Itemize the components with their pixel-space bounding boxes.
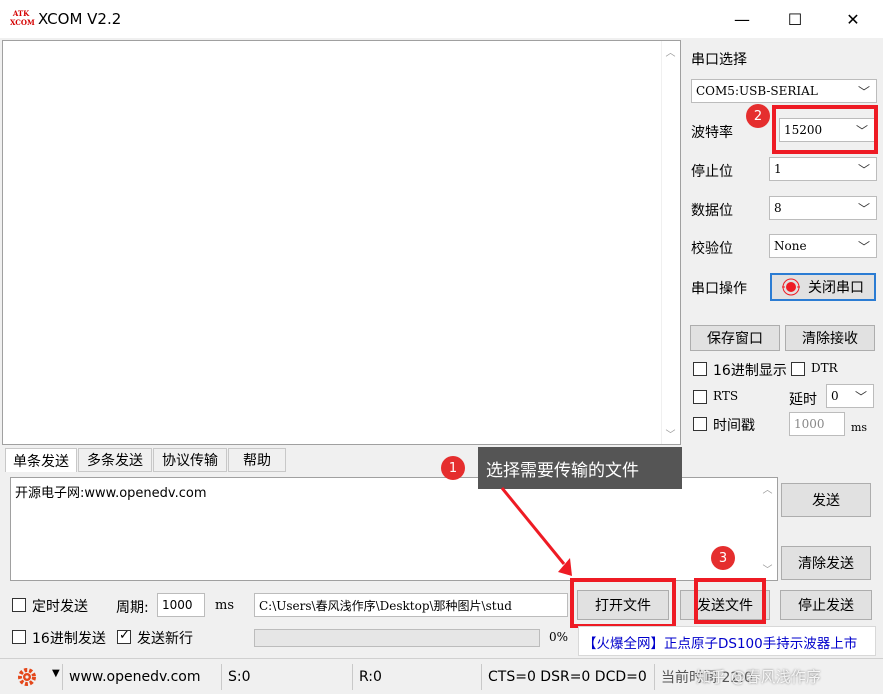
ad-text: 【火爆全网】正点原子DS100手持示波器上市 [583,636,858,652]
newline-label: 发送新行 [137,631,193,647]
hex-display-checkbox[interactable] [693,362,707,376]
progress-bar [254,629,540,647]
newline-checkbox[interactable] [117,628,131,644]
delay-select[interactable]: 0 ﹀ [826,384,874,408]
data-select[interactable]: 8 ﹀ [769,196,877,220]
scroll-down-icon[interactable]: ﹀ [662,425,679,442]
tab-multi-send[interactable]: 多条发送 [78,448,152,472]
port-value: COM5:USB-SERIAL [696,84,818,98]
status-site[interactable]: www.openedv.com [62,664,218,690]
watermark: 知乎 @春风浅作序 [696,668,821,686]
delay-value: 0 [831,389,839,403]
record-icon [782,278,800,296]
minimize-icon: — [734,9,750,29]
gear-icon[interactable] [16,666,40,688]
hex-send-label: 16进制发送 [32,631,106,647]
scroll-down-icon[interactable]: ﹀ [759,560,776,577]
tooltip: 选择需要传输的文件 [478,447,682,489]
receive-textarea[interactable]: ︿ ﹀ [2,40,681,445]
step-badge-2: 2 [746,104,770,128]
parity-select[interactable]: None ﹀ [769,234,877,258]
close-port-label: 关闭串口 [808,280,864,296]
chevron-down-icon: ﹀ [854,390,867,404]
status-received: R:0 [352,664,480,690]
delay-label: 延时 [789,392,817,408]
window-title: XCOM V2.2 [38,10,122,28]
send-textarea[interactable]: 开源电子网:www.openedv.com ︿ ﹀ [10,477,778,581]
file-path-input[interactable]: C:\Users\春风浅作序\Desktop\那种图片\stud [254,593,568,617]
save-window-button[interactable]: 保存窗口 [690,325,780,351]
clear-send-button[interactable]: 清除发送 [781,546,871,580]
stop-value: 1 [774,162,782,176]
hex-display-label: 16进制显示 [713,363,787,379]
scroll-up-icon[interactable]: ︿ [759,480,776,497]
data-value: 8 [774,201,782,215]
stop-select[interactable]: 1 ﹀ [769,157,877,181]
hex-send-checkbox[interactable] [12,630,26,644]
stop-send-button[interactable]: 停止发送 [780,590,872,620]
ad-banner[interactable]: 【火爆全网】正点原子DS100手持示波器上市 [578,626,876,656]
close-port-button[interactable]: 关闭串口 [770,273,876,301]
tab-help[interactable]: 帮助 [228,448,286,472]
chevron-down-icon[interactable]: ▼ [52,668,60,679]
timed-send-checkbox[interactable] [12,598,26,612]
clear-receive-button[interactable]: 清除接收 [785,325,875,351]
highlight-box-open-file [570,578,676,628]
minimize-button[interactable]: — [714,0,770,38]
timestamp-label: 时间戳 [713,418,755,434]
chevron-down-icon: ﹀ [857,240,870,254]
period-label: 周期: [116,600,149,616]
step-badge-3: 3 [711,546,735,570]
status-signals: CTS=0 DSR=0 DCD=0 [481,664,651,690]
tab-single-send[interactable]: 单条发送 [5,448,77,472]
send-text: 开源电子网:www.openedv.com [15,486,207,501]
parity-value: None [774,239,807,253]
maximize-icon: ☐ [787,9,803,29]
maximize-button[interactable]: ☐ [767,0,823,38]
dtr-checkbox[interactable] [791,362,805,376]
rts-checkbox[interactable] [693,390,707,404]
tab-protocol[interactable]: 协议传输 [153,448,227,472]
highlight-box-send-file [694,578,766,624]
timestamp-checkbox[interactable] [693,417,707,431]
period-input[interactable]: 1000 [157,593,205,617]
timestamp-unit: ms [851,421,868,434]
port-label: 串口选择 [691,52,747,68]
data-label: 数据位 [691,203,733,219]
receive-scrollbar[interactable]: ︿ ﹀ [661,41,680,444]
period-unit: ms [215,598,234,613]
op-label: 串口操作 [691,281,747,297]
timed-send-label: 定时发送 [32,599,88,615]
arrow-icon [500,487,572,576]
close-button[interactable]: ✕ [825,0,881,38]
step-badge-1: 1 [441,456,465,480]
tooltip-text: 选择需要传输的文件 [486,460,639,481]
chevron-down-icon: ﹀ [857,85,870,99]
port-select[interactable]: COM5:USB-SERIAL ﹀ [691,79,877,103]
send-scrollbar[interactable]: ︿ ﹀ [759,478,777,580]
send-button[interactable]: 发送 [781,483,871,517]
dtr-label: DTR [811,361,838,375]
progress-text: 0% [549,630,569,644]
parity-label: 校验位 [691,241,733,257]
stop-label: 停止位 [691,164,733,180]
scroll-up-icon[interactable]: ︿ [662,43,679,60]
highlight-box-baud [772,105,878,154]
close-icon: ✕ [846,9,860,29]
timestamp-input[interactable]: 1000 [789,412,845,436]
rts-label: RTS [713,389,739,403]
xcom-logo-icon: ATK XCOM [10,9,35,27]
status-sent: S:0 [221,664,351,690]
baud-label: 波特率 [691,125,733,141]
chevron-down-icon: ﹀ [857,202,870,216]
chevron-down-icon: ﹀ [857,163,870,177]
